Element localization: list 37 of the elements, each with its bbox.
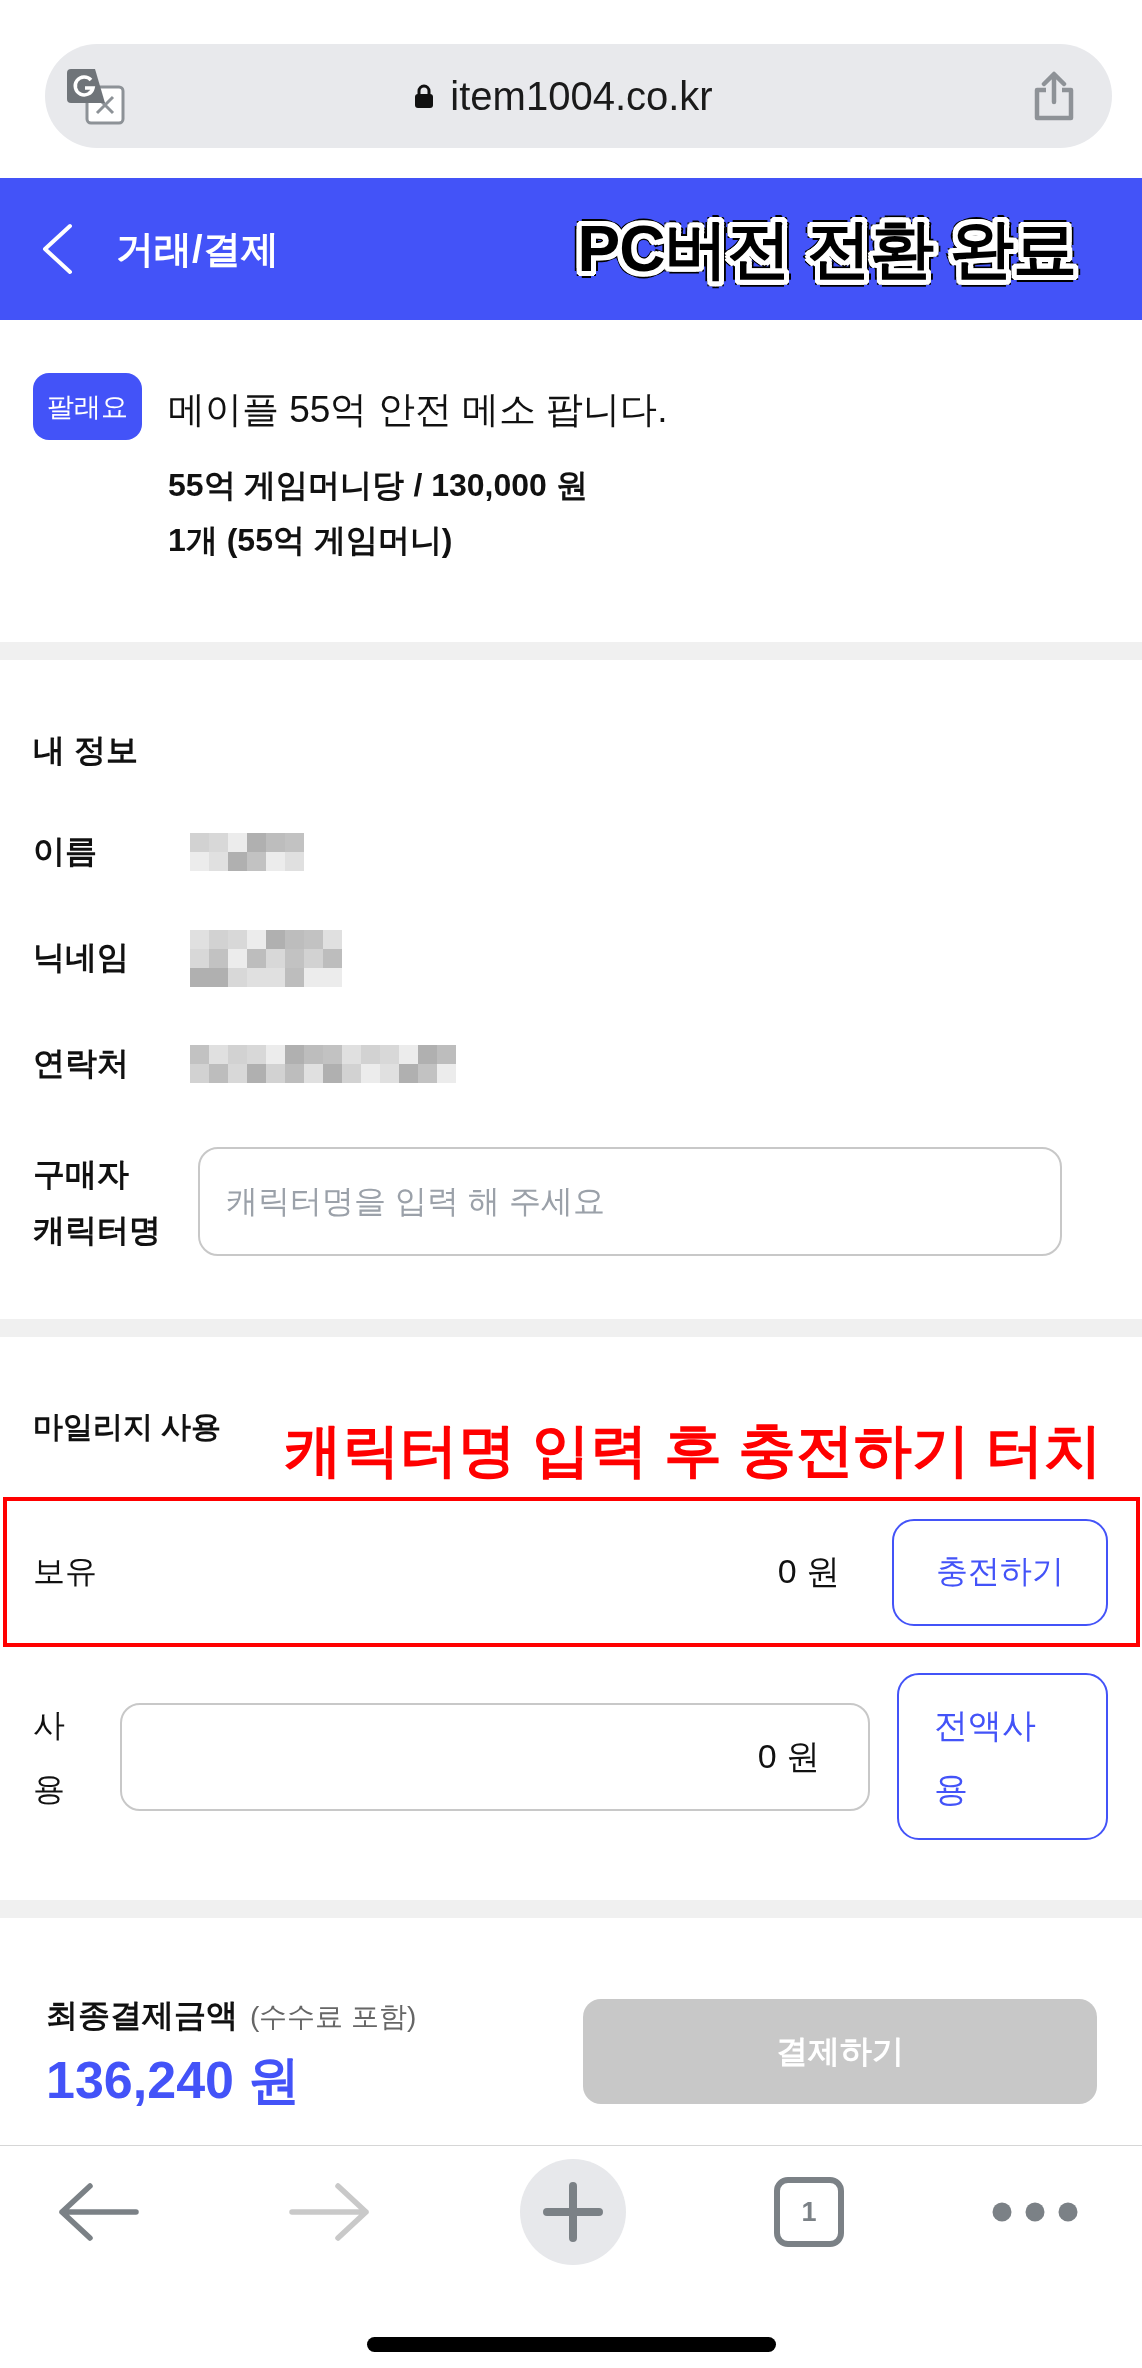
fee-note: (수수료 포함)	[250, 2000, 417, 2034]
info-label: 연락처	[33, 1044, 130, 1083]
back-button[interactable]	[40, 223, 74, 275]
total-amount: 136,240 원	[46, 2050, 301, 2111]
use-all-button[interactable]: 전액사용	[897, 1673, 1108, 1840]
annotation-text: 캐릭터명 입력 후 충전하기 터치	[283, 1417, 1102, 1483]
address-bar[interactable]: item1004.co.kr	[45, 44, 1112, 148]
plus-icon	[543, 2182, 603, 2242]
character-name-field[interactable]: 캐릭터명을 입력 해 주세요	[198, 1147, 1062, 1256]
charge-button[interactable]: 충전하기	[892, 1518, 1108, 1626]
section-heading: 마일리지 사용	[33, 1409, 222, 1445]
section-heading: 내 정보	[33, 731, 138, 770]
share-icon[interactable]	[1032, 71, 1076, 121]
back-button[interactable]	[56, 2182, 140, 2242]
info-label: 구매자 캐릭터명	[33, 1154, 162, 1250]
arrow-right-icon	[288, 2182, 372, 2242]
overlay-caption: PC버전 전환 완료	[577, 211, 1076, 287]
url-text: item1004.co.kr	[450, 73, 713, 119]
info-label: 이름	[33, 832, 98, 871]
sell-badge: 팔래요	[33, 373, 142, 440]
balance-label: 보유	[33, 1552, 97, 1591]
page-title: 거래/결제	[116, 226, 279, 272]
lock-icon	[414, 84, 435, 108]
chevron-left-icon	[40, 223, 74, 275]
tabs-button[interactable]: 1	[774, 2177, 844, 2247]
use-label: 사용	[33, 1705, 66, 1809]
product-detail: 1개 (55억 게임머니)	[168, 521, 454, 560]
product-detail: 55억 게임머니당 / 130,000 원	[168, 466, 589, 505]
product-title: 메이플 55억 안전 메소 팝니다.	[168, 388, 668, 432]
arrow-left-icon	[56, 2182, 140, 2242]
total-label: 최종결제금액	[46, 1996, 238, 2035]
more-icon	[992, 2202, 1078, 2222]
balance-value: 0 원	[777, 1551, 840, 1592]
info-label: 닉네임	[33, 938, 130, 977]
mileage-amount-field[interactable]: 0 원	[120, 1702, 870, 1811]
translate-icon[interactable]	[65, 67, 125, 125]
more-button[interactable]	[992, 2202, 1078, 2222]
